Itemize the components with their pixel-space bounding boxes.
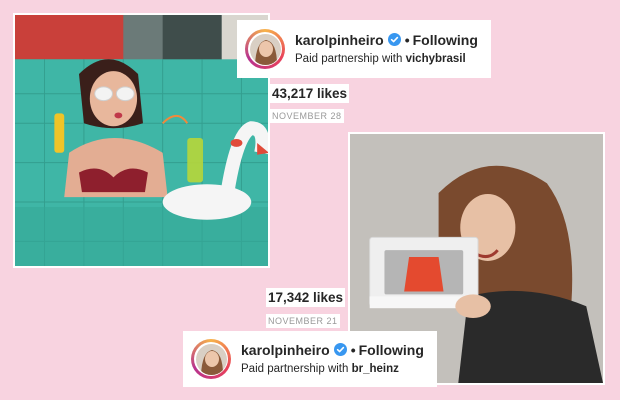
- separator-dot: •: [350, 341, 356, 358]
- verified-badge-icon: [333, 343, 347, 357]
- avatar-ring: [194, 342, 228, 376]
- post-1-likes[interactable]: 43,217 likes: [270, 84, 350, 103]
- avatar-ring: [248, 32, 282, 66]
- post-2-date: NOVEMBER 21: [266, 314, 340, 328]
- avatar-photo: [195, 343, 227, 375]
- partner-link[interactable]: vichybrasil: [406, 53, 466, 65]
- profile-avatar[interactable]: [191, 339, 231, 379]
- following-button[interactable]: Following: [413, 33, 478, 47]
- verified-badge-icon: [387, 33, 401, 47]
- separator-dot: •: [404, 31, 410, 48]
- profile-avatar[interactable]: [245, 29, 285, 69]
- post-1-date: NOVEMBER 28: [270, 109, 344, 123]
- post-2-likes[interactable]: 17,342 likes: [266, 288, 346, 307]
- post-2-header: karolpinheiro • Following Paid partnersh…: [183, 331, 437, 387]
- following-button[interactable]: Following: [359, 343, 424, 357]
- username-link[interactable]: karolpinheiro: [295, 33, 384, 47]
- paid-partnership-label: Paid partnership with: [241, 362, 352, 375]
- partner-link[interactable]: br_heinz: [352, 363, 399, 375]
- post-1-photo[interactable]: [13, 13, 270, 268]
- post-1-header: karolpinheiro • Following Paid partnersh…: [237, 20, 491, 78]
- avatar-photo: [249, 33, 281, 65]
- paid-partnership-label: Paid partnership with: [295, 52, 406, 65]
- pool-photo-illustration: [15, 15, 268, 266]
- username-link[interactable]: karolpinheiro: [241, 343, 330, 357]
